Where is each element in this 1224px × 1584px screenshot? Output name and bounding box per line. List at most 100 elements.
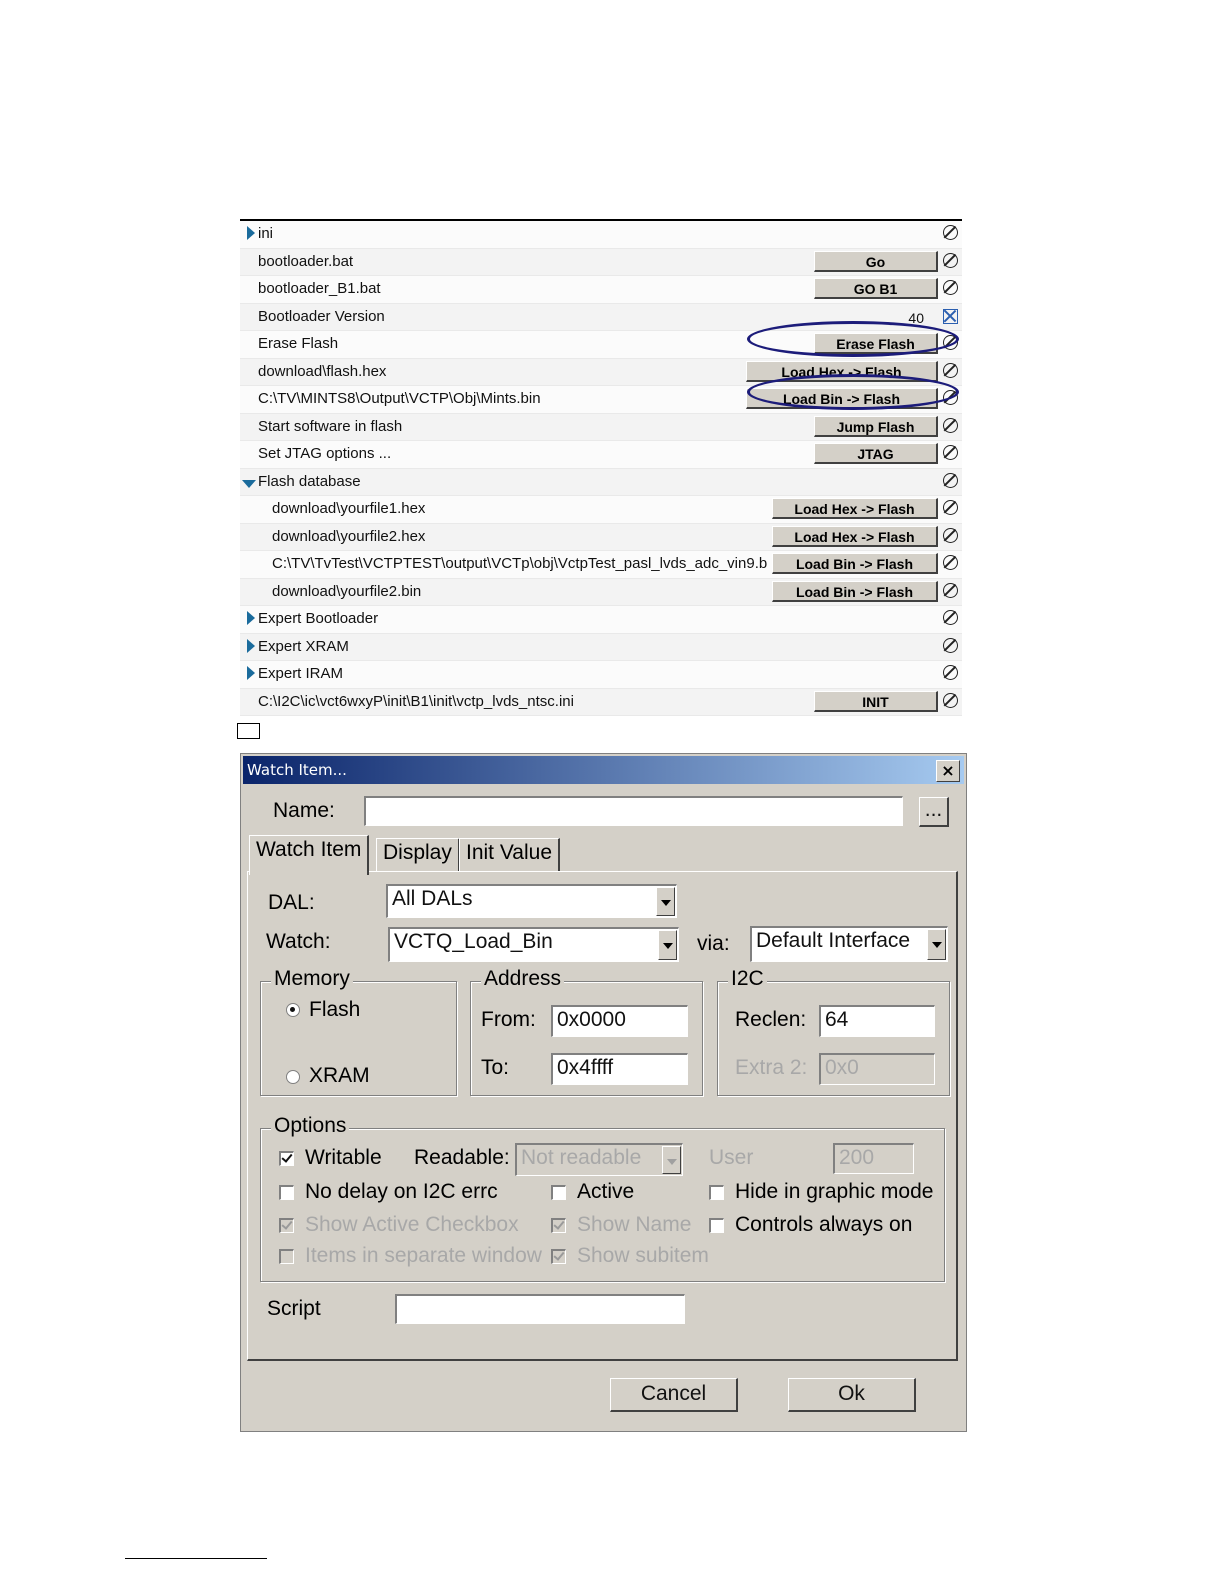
active-label[interactable]: Active [577,1180,634,1204]
null-icon[interactable] [943,390,958,405]
via-select[interactable]: Default Interface [750,926,948,962]
property-row[interactable]: Erase Flash Erase Flash [240,331,962,359]
expand-arrow-icon[interactable] [247,226,255,240]
null-icon[interactable] [943,527,958,543]
script-field[interactable] [395,1294,685,1324]
action-button[interactable]: Erase Flash [814,333,938,354]
dal-select[interactable]: All DALs [386,884,677,918]
writable-label[interactable]: Writable [305,1146,382,1170]
no-delay-checkbox[interactable] [279,1185,294,1200]
property-list: ini bootloader.bat Go bootloader_B1.bat GO B… [240,219,962,716]
xram-radio[interactable] [286,1070,300,1084]
null-icon[interactable] [943,280,958,295]
checked-box-icon[interactable] [943,308,958,324]
null-icon[interactable] [943,637,958,653]
close-button[interactable]: × [936,760,960,782]
null-icon[interactable] [943,610,958,625]
property-row[interactable]: download\yourfile1.hex Load Hex -> Flash [240,496,962,524]
hide-graphic-label[interactable]: Hide in graphic mode [735,1180,933,1204]
property-label: C:\I2C\ic\vct6wxyP\init\B1\init\vctp_lvd… [258,692,574,710]
action-button[interactable]: INIT [814,690,938,712]
null-icon[interactable] [943,225,958,240]
readable-value: Not readable [521,1146,642,1169]
controls-always-on-checkbox[interactable] [709,1218,724,1233]
action-button[interactable]: Load Bin -> Flash [772,580,938,602]
property-row[interactable]: bootloader.bat Go [240,248,962,276]
collapse-arrow-icon[interactable] [242,479,256,488]
show-name-checkbox [551,1218,566,1233]
property-row[interactable]: download\yourfile2.bin Load Bin -> Flash [240,578,962,606]
from-field[interactable]: 0x0000 [551,1005,688,1037]
tab-init-value[interactable]: Init Value [459,838,560,871]
action-button[interactable]: JTAG [814,443,938,464]
property-value: 40 [908,309,924,326]
action-button[interactable]: GO B1 [814,278,938,299]
reclen-field[interactable]: 64 [819,1005,935,1037]
property-label: Expert IRAM [258,665,344,682]
property-row[interactable]: Expert XRAM [240,633,962,661]
tab-watch-item[interactable]: Watch Item [249,835,370,875]
ok-button[interactable]: Ok [788,1378,916,1412]
hide-graphic-checkbox[interactable] [709,1185,724,1200]
null-icon[interactable] [943,555,958,570]
property-row[interactable]: ini [240,221,962,249]
chevron-down-icon[interactable] [656,887,675,916]
property-label: Expert XRAM [258,637,349,655]
action-button[interactable]: Load Bin -> Flash [772,553,938,574]
property-row[interactable]: C:\TV\MINTS8\Output\VCTP\Obj\Mints.bin Lo… [240,386,962,414]
null-icon[interactable] [943,472,958,488]
property-row[interactable]: C:\TV\TvTest\VCTPTEST\output\VCTp\obj\Vc… [240,551,962,579]
flash-radio[interactable] [286,1003,300,1017]
null-icon[interactable] [943,335,958,350]
action-button[interactable]: Load Bin -> Flash [746,388,938,409]
writable-checkbox[interactable] [279,1151,294,1166]
null-icon[interactable] [943,417,958,433]
chevron-down-icon[interactable] [658,930,677,960]
xram-radio-label[interactable]: XRAM [309,1064,370,1088]
property-row[interactable]: download\yourfile2.hex Load Hex -> Flash [240,523,962,551]
watch-value: VCTQ_Load_Bin [394,930,553,953]
property-row[interactable]: download\flash.hex Load Hex -> Flash [240,358,962,386]
tab-display[interactable]: Display [376,838,460,871]
footnote-separator [125,1558,267,1559]
property-row[interactable]: Flash database [240,468,962,496]
to-label: To: [481,1056,510,1079]
expand-arrow-icon[interactable] [247,611,255,625]
property-row[interactable]: C:\I2C\ic\vct6wxyP\init\B1\init\vctp_lvd… [240,688,962,716]
action-button[interactable]: Go [814,250,938,272]
null-icon[interactable] [943,252,958,268]
null-icon[interactable] [943,665,958,680]
action-button[interactable]: Jump Flash [814,415,938,437]
property-row[interactable]: Bootloader Version 40 [240,303,962,331]
controls-always-on-label[interactable]: Controls always on [735,1213,912,1237]
property-row[interactable]: bootloader_B1.bat GO B1 [240,276,962,304]
action-button[interactable]: Load Hex -> Flash [772,498,938,519]
reclen-label: Reclen: [735,1008,807,1031]
to-field[interactable]: 0x4ffff [551,1053,688,1085]
property-row[interactable]: Set JTAG options ... JTAG [240,441,962,469]
expand-arrow-icon[interactable] [247,666,255,680]
name-field[interactable] [364,796,903,826]
property-label: C:\TV\MINTS8\Output\VCTP\Obj\Mints.bin [258,390,541,407]
null-icon[interactable] [943,445,958,460]
browse-button[interactable]: ... [919,797,949,827]
cancel-button[interactable]: Cancel [610,1378,738,1412]
no-delay-label[interactable]: No delay on I2C errc [305,1180,513,1204]
chevron-down-icon [662,1146,681,1174]
property-label: Set JTAG options ... [258,445,392,462]
null-icon[interactable] [943,692,958,708]
null-icon[interactable] [943,500,958,515]
title-bar[interactable]: Watch Item... × [243,756,964,784]
chevron-down-icon[interactable] [927,929,946,960]
property-row[interactable]: Expert IRAM [240,661,962,689]
expand-arrow-icon[interactable] [247,638,255,653]
null-icon[interactable] [943,362,958,378]
null-icon[interactable] [943,582,958,598]
action-button[interactable]: Load Hex -> Flash [746,360,938,382]
property-row[interactable]: Start software in flash Jump Flash [240,413,962,441]
flash-radio-label[interactable]: Flash [309,998,360,1022]
property-row[interactable]: Expert Bootloader [240,606,962,634]
action-button[interactable]: Load Hex -> Flash [772,525,938,547]
watch-select[interactable]: VCTQ_Load_Bin [388,927,679,962]
active-checkbox[interactable] [551,1185,566,1200]
